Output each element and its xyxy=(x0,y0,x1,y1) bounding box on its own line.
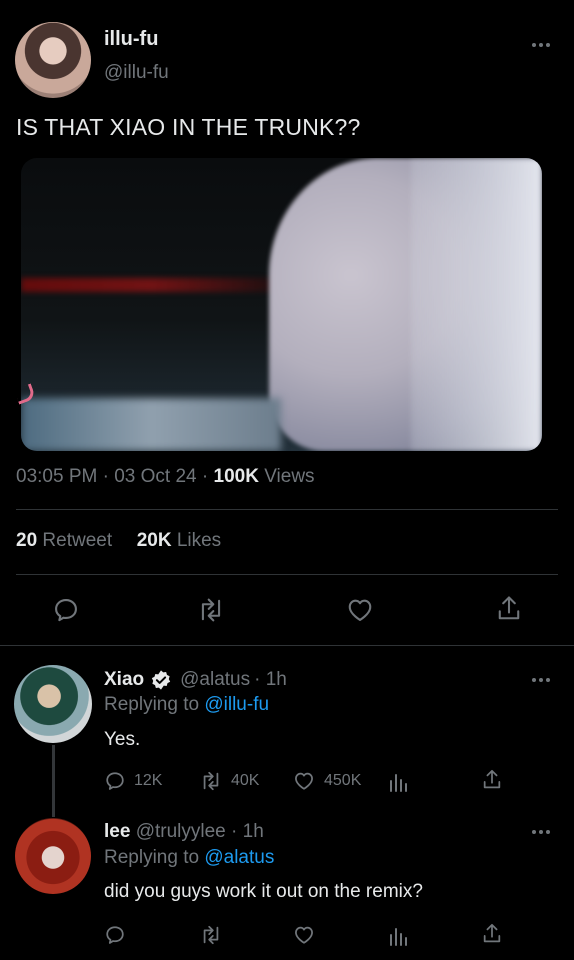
reply-text: Yes. xyxy=(104,729,141,750)
reply-action-like[interactable]: 450K xyxy=(292,770,361,792)
retweets-count[interactable]: 20 xyxy=(16,530,37,551)
reply-icon[interactable] xyxy=(104,924,126,946)
reply-display-name[interactable]: lee xyxy=(104,821,130,842)
replying-to-link[interactable]: @illu-fu xyxy=(204,694,269,715)
reply-display-name[interactable]: Xiao xyxy=(104,669,144,691)
reply-action-retweet[interactable]: 40K xyxy=(199,770,259,792)
reply-icon[interactable] xyxy=(52,596,80,624)
tweet-meta: 03:05 PM · 03 Oct 24 · 100K Views xyxy=(16,466,315,488)
author-handle[interactable]: @illu-fu xyxy=(104,62,169,84)
replying-to-line: Replying to @illu-fu xyxy=(104,694,269,716)
meta-separator: · xyxy=(201,466,214,487)
retweet-icon xyxy=(199,770,223,792)
reply-avatar-xiao[interactable] xyxy=(14,665,92,743)
retweet-icon[interactable] xyxy=(199,924,223,946)
tweet-text: IS THAT XIAO IN THE TRUNK?? xyxy=(16,114,361,140)
replying-prefix: Replying to xyxy=(104,847,200,868)
reply-icon xyxy=(104,770,126,792)
likes-label[interactable]: Likes xyxy=(177,530,221,551)
more-icon[interactable] xyxy=(532,43,550,47)
engagement-counts: 20 Retweet 20K Likes xyxy=(16,530,221,552)
verified-icon xyxy=(150,669,172,691)
tweet-time[interactable]: 03:05 PM xyxy=(16,466,97,487)
likes-count[interactable]: 20K xyxy=(137,530,172,551)
share-icon[interactable] xyxy=(481,922,503,946)
divider xyxy=(16,509,558,510)
like-icon[interactable] xyxy=(292,924,316,946)
like-count: 450K xyxy=(324,772,362,789)
replying-prefix: Replying to xyxy=(104,694,200,715)
media-blur-bottom xyxy=(21,398,281,451)
divider xyxy=(0,645,574,646)
reply-text: did you guys work it out on the remix? xyxy=(104,881,423,902)
retweet-icon[interactable] xyxy=(196,596,226,624)
media-red-light xyxy=(21,278,281,292)
reply-avatar-lee[interactable] xyxy=(15,818,91,894)
author-avatar[interactable] xyxy=(15,22,91,98)
thread-line xyxy=(52,745,55,817)
analytics-icon[interactable] xyxy=(388,770,410,792)
analytics-icon[interactable] xyxy=(388,924,410,946)
share-icon[interactable] xyxy=(481,768,503,792)
replying-to-link[interactable]: @alatus xyxy=(204,847,274,868)
retweets-label[interactable]: Retweet xyxy=(42,530,112,551)
tweet-media[interactable] xyxy=(21,158,542,451)
replying-to-line: Replying to @alatus xyxy=(104,847,274,869)
share-icon[interactable] xyxy=(495,594,523,624)
more-icon[interactable] xyxy=(532,678,550,682)
reply-handle[interactable]: @alatus xyxy=(180,669,250,691)
media-blur-white xyxy=(411,158,542,451)
more-icon[interactable] xyxy=(532,830,550,834)
reply-age[interactable]: · 1h xyxy=(254,669,287,691)
reply-header: lee @trulyylee · 1h xyxy=(104,821,264,843)
like-icon[interactable] xyxy=(345,596,375,624)
meta-separator: · xyxy=(102,466,115,487)
reply-count: 12K xyxy=(134,772,163,789)
like-icon xyxy=(292,770,316,792)
reply-action-reply[interactable]: 12K xyxy=(104,770,162,792)
reply-header: Xiao @alatus · 1h xyxy=(104,669,287,691)
reply-age[interactable]: · 1h xyxy=(231,821,264,842)
retweet-count: 40K xyxy=(231,772,260,789)
author-display-name[interactable]: illu-fu xyxy=(104,28,158,51)
tweet-date[interactable]: 03 Oct 24 xyxy=(114,466,196,487)
divider xyxy=(16,574,558,575)
views-count: 100K xyxy=(213,466,259,487)
views-label: Views xyxy=(264,466,315,487)
reply-handle[interactable]: @trulyylee xyxy=(136,821,226,842)
